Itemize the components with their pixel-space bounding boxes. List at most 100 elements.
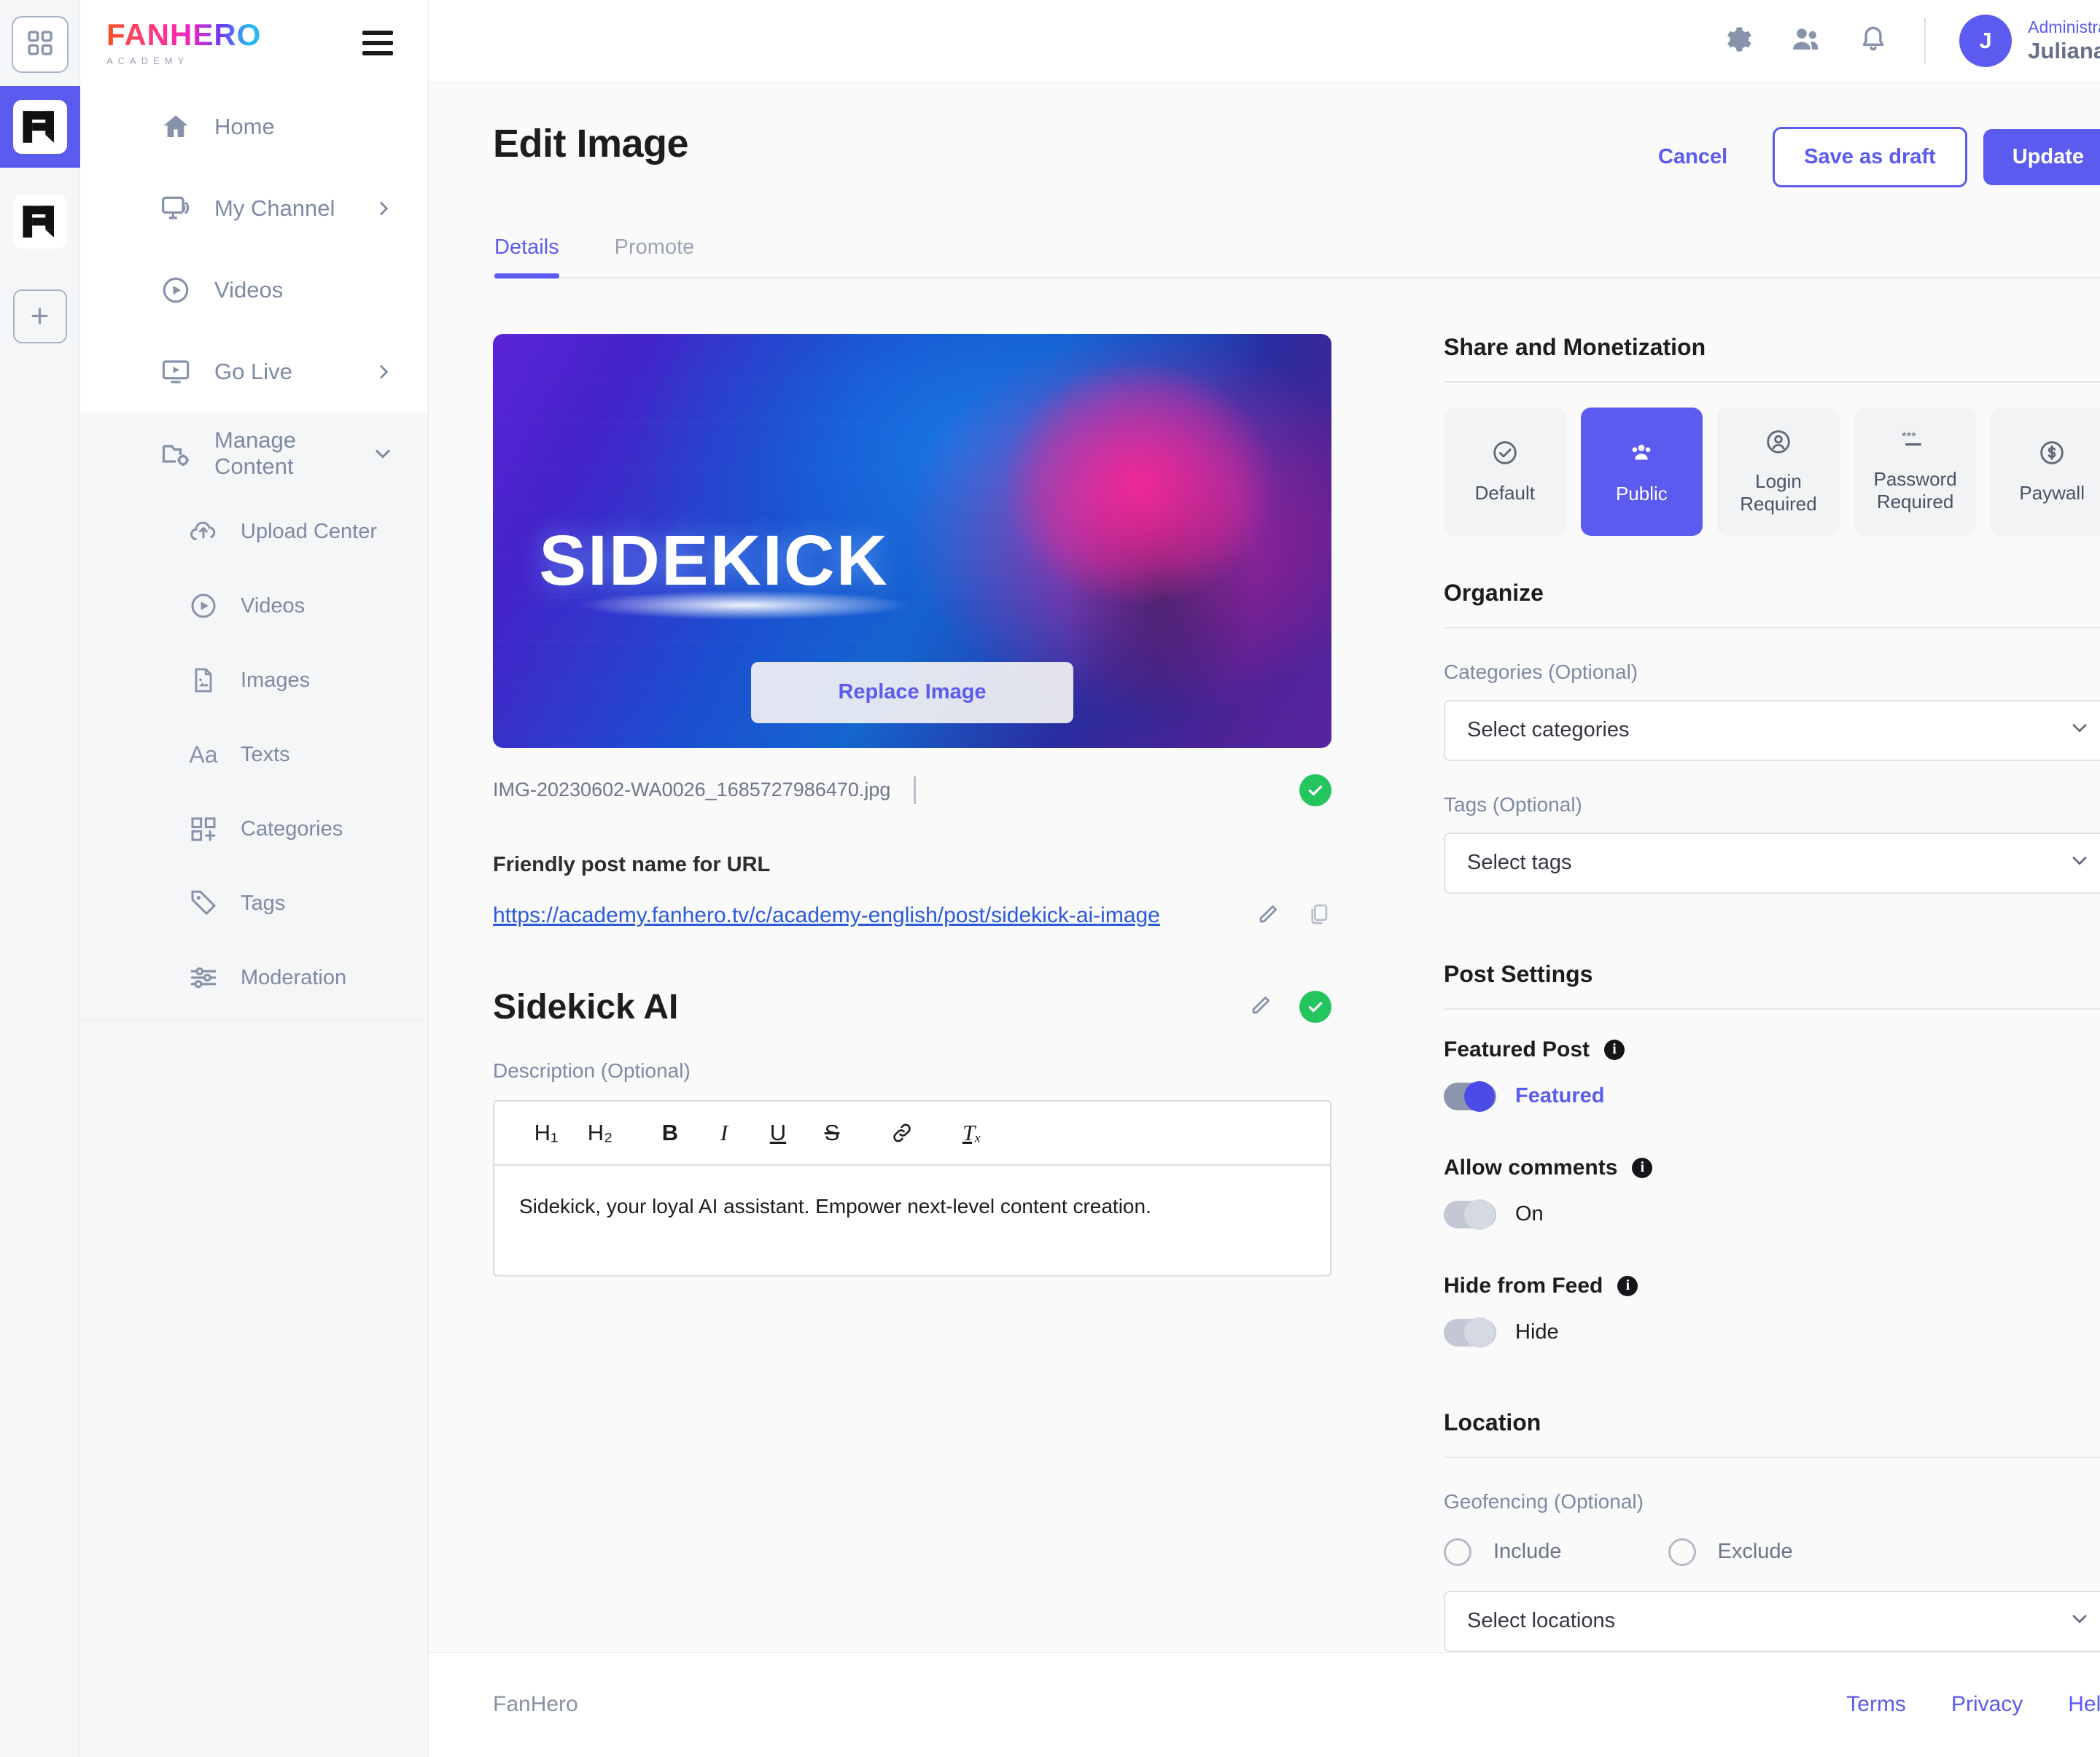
fanhero-mark-icon	[12, 100, 67, 154]
include-radio[interactable]	[1444, 1538, 1471, 1566]
replace-image-button[interactable]: Replace Image	[751, 661, 1073, 723]
organize-section-title: Organize	[1444, 579, 1544, 606]
save-as-draft-button[interactable]: Save as draft	[1773, 126, 1967, 187]
sidebar-item-images[interactable]: Images	[80, 643, 428, 717]
share-options: Default Public Login Required *** Passwo…	[1444, 407, 2100, 536]
share-option-login-required[interactable]: Login Required	[1717, 407, 1840, 536]
allow-comments-label: Allow comments i	[1444, 1156, 2100, 1180]
locations-select[interactable]: Select locations	[1444, 1590, 2100, 1652]
copy-icon[interactable]	[1307, 902, 1331, 930]
share-option-label: Paywall	[2019, 481, 2085, 504]
grid-apps-button[interactable]	[11, 16, 69, 73]
heading1-button[interactable]: H₁	[519, 1109, 573, 1157]
info-icon[interactable]: i	[1604, 1039, 1625, 1060]
workspace-tile-active[interactable]	[0, 86, 80, 168]
featured-post-text: Featured Post	[1444, 1037, 1590, 1061]
geofencing-radios: Include Exclude	[1444, 1538, 2100, 1566]
user-circle-icon	[1764, 427, 1793, 461]
sidebar-subitem-label: Images	[241, 668, 311, 692]
clear-format-button[interactable]: Tₓ	[945, 1109, 999, 1157]
exclude-radio[interactable]	[1668, 1538, 1696, 1566]
locations-value: Select locations	[1467, 1609, 1616, 1633]
sidebar-manage-group: Manage Content Upload Center Videos Imag…	[80, 413, 428, 1015]
update-button[interactable]: Update	[1983, 128, 2100, 185]
share-option-label: Password Required	[1873, 468, 1957, 513]
pencil-icon[interactable]	[1256, 902, 1280, 930]
chevron-down-icon	[373, 443, 393, 464]
tabs: Details Promote	[493, 235, 2100, 278]
footer-links: Terms Privacy Help	[1846, 1692, 2100, 1717]
sidebar-item-moderation[interactable]: Moderation	[80, 940, 428, 1015]
tabs-underline	[493, 276, 2100, 278]
check-circle-outline-icon	[1490, 438, 1520, 472]
page-actions: Cancel Save as draft Update	[1629, 126, 2100, 187]
sidebar-item-videos[interactable]: Videos	[80, 249, 428, 331]
user-menu[interactable]: J Administrator Juliana	[1959, 15, 2100, 68]
share-option-password-required[interactable]: *** Password Required	[1854, 407, 1977, 536]
categories-value: Select categories	[1467, 718, 1630, 742]
share-option-label: Default	[1474, 481, 1535, 504]
check-circle-icon	[1299, 774, 1331, 806]
image-preview[interactable]: SIDEKICK Replace Image	[493, 333, 1331, 748]
info-icon[interactable]: i	[1617, 1275, 1638, 1296]
workspace-rail: +	[0, 0, 80, 1757]
post-url-link[interactable]: https://academy.fanhero.tv/c/academy-eng…	[493, 903, 1160, 928]
sidebar-item-texts[interactable]: Aa Texts	[80, 717, 428, 792]
cancel-button[interactable]: Cancel	[1629, 129, 1757, 185]
gear-icon[interactable]	[1722, 23, 1755, 60]
allow-comments-toggle[interactable]	[1444, 1199, 1496, 1230]
post-title-row: Sidekick AI	[493, 987, 1331, 1027]
brand-logo[interactable]: FANHERO ACADEMY	[106, 20, 261, 67]
sidebar-item-go-live[interactable]: Go Live	[80, 331, 428, 413]
description-label: Description (Optional)	[493, 1059, 691, 1082]
footer-link-terms[interactable]: Terms	[1846, 1692, 1906, 1717]
sidebar-subitem-label: Categories	[241, 817, 343, 841]
user-name: Juliana	[2028, 37, 2100, 63]
svg-text:***: ***	[1902, 429, 1916, 443]
bell-icon[interactable]	[1857, 23, 1889, 59]
sidebar-subitem-label: Tags	[241, 891, 286, 915]
sidebar-item-my-channel[interactable]: My Channel	[80, 168, 428, 249]
featured-post-toggle[interactable]	[1444, 1080, 1496, 1112]
share-option-default[interactable]: Default	[1444, 407, 1566, 536]
sidebar-item-home[interactable]: Home	[80, 86, 428, 168]
categories-select[interactable]: Select categories	[1444, 699, 2100, 761]
info-icon[interactable]: i	[1632, 1157, 1653, 1178]
featured-post-toggle-row: Featured	[1444, 1080, 2100, 1112]
tab-promote[interactable]: Promote	[615, 235, 695, 278]
strikethrough-button[interactable]: S	[805, 1109, 859, 1157]
underline-button[interactable]: U	[751, 1109, 805, 1157]
people-icon[interactable]	[1789, 22, 1824, 61]
description-text[interactable]: Sidekick, your loyal AI assistant. Empow…	[494, 1166, 1330, 1275]
share-option-public[interactable]: Public	[1580, 407, 1703, 536]
hamburger-icon[interactable]	[362, 31, 393, 55]
workspace-tile-secondary[interactable]	[0, 181, 80, 262]
link-icon[interactable]	[875, 1109, 929, 1157]
add-workspace-button[interactable]: +	[0, 276, 80, 357]
sidebar-item-categories[interactable]: Categories	[80, 792, 428, 866]
tab-details[interactable]: Details	[494, 235, 559, 278]
sidebar-item-upload-center[interactable]: Upload Center	[80, 494, 428, 569]
italic-button[interactable]: I	[697, 1109, 751, 1157]
pencil-icon[interactable]	[1248, 993, 1273, 1021]
sidebar-item-tags[interactable]: Tags	[80, 866, 428, 940]
brand-subtitle: ACADEMY	[106, 55, 190, 66]
footer-link-privacy[interactable]: Privacy	[1951, 1692, 2023, 1717]
section-divider	[1444, 381, 2100, 383]
exclude-label: Exclude	[1717, 1540, 1793, 1564]
bold-button[interactable]: B	[643, 1109, 697, 1157]
share-option-paywall[interactable]: Paywall	[1991, 407, 2100, 536]
footer-link-help[interactable]: Help	[2068, 1692, 2100, 1717]
sidebar-item-manage-content[interactable]: Manage Content	[80, 413, 428, 494]
heading2-button[interactable]: H₂	[573, 1109, 627, 1157]
share-section-title: Share and Monetization	[1444, 333, 1706, 360]
footer-brand: FanHero	[493, 1692, 578, 1717]
tags-select[interactable]: Select tags	[1444, 832, 2100, 894]
user-info: Administrator Juliana	[2028, 17, 2100, 64]
sidebar-subitem-label: Upload Center	[241, 519, 377, 543]
url-row: https://academy.fanhero.tv/c/academy-eng…	[493, 902, 1331, 930]
live-screen-icon	[159, 355, 192, 389]
hide-from-feed-toggle[interactable]	[1444, 1317, 1496, 1348]
footer: FanHero Terms Privacy Help	[429, 1651, 2100, 1757]
sidebar-item-videos-sub[interactable]: Videos	[80, 569, 428, 643]
